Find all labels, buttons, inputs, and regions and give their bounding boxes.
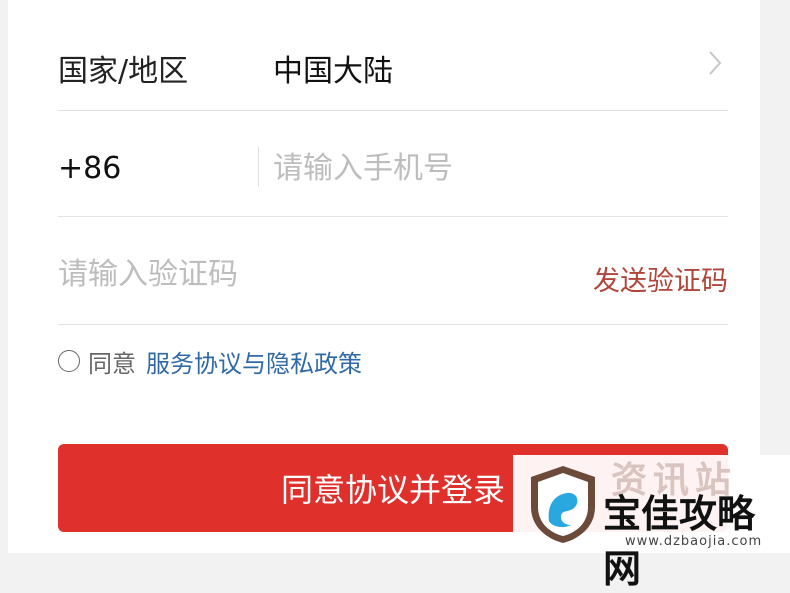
agreement-row: 同意 服务协议与隐私政策	[58, 343, 362, 379]
phone-divider	[258, 147, 259, 187]
send-code-button[interactable]: 发送验证码	[593, 259, 728, 298]
region-row[interactable]: 国家/地区 中国大陆	[58, 18, 728, 111]
chevron-right-icon[interactable]	[704, 48, 726, 78]
verification-row: 发送验证码	[58, 217, 728, 325]
agree-prefix: 同意	[88, 349, 136, 378]
phone-input[interactable]	[273, 143, 713, 193]
agreement-link[interactable]: 服务协议与隐私政策	[146, 344, 362, 379]
shield-logo-icon	[531, 466, 595, 543]
verification-code-input[interactable]	[58, 249, 478, 299]
region-label: 国家/地区	[58, 54, 189, 89]
region-value: 中国大陆	[273, 54, 393, 89]
radio-icon[interactable]	[58, 350, 80, 372]
watermark-site-url: www.dzbaojia.com	[625, 534, 763, 549]
watermark: 资讯站 宝佳攻略网 www.dzbaojia.com	[513, 455, 790, 591]
phone-row: +86	[58, 111, 728, 217]
country-code[interactable]: +86	[58, 151, 121, 186]
